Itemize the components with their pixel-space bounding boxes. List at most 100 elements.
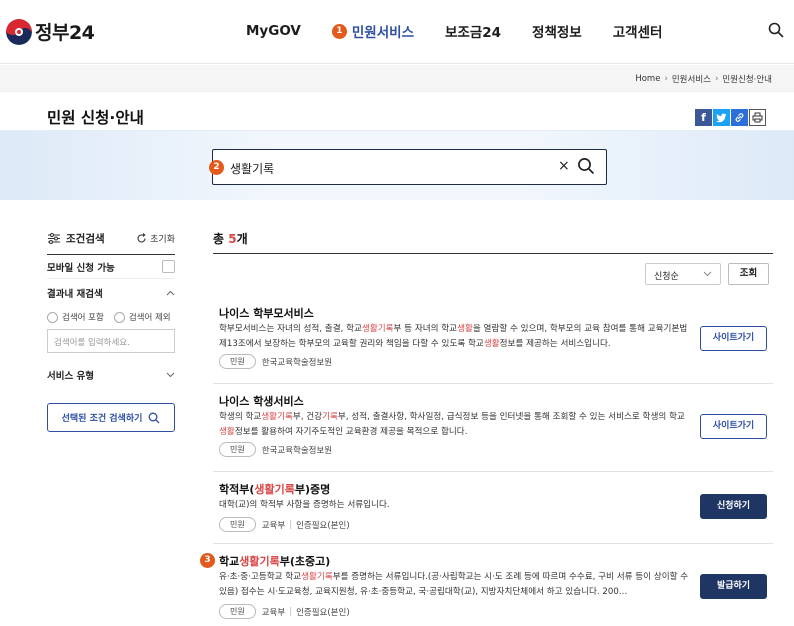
sort-select[interactable]: 신청순: [645, 263, 721, 285]
share-buttons: f: [695, 109, 767, 126]
site-link-button[interactable]: 사이트가기: [700, 326, 767, 351]
logo-text: 정부24: [35, 22, 95, 44]
facebook-icon[interactable]: f: [695, 109, 712, 126]
result-title[interactable]: 학교생활기록부(초중고): [219, 553, 330, 569]
breadcrumb-bar: Home › 민원서비스 › 민원신청·안내: [0, 65, 794, 92]
chevron-right-icon: ›: [714, 74, 719, 84]
apply-filters-button[interactable]: 선택된 조건 검색하기: [47, 403, 175, 432]
filter-sliders-icon: [48, 232, 60, 244]
include-label: 검색어 포함: [62, 313, 104, 323]
mobile-filter-checkbox[interactable]: [162, 260, 175, 273]
nav-civil-services[interactable]: 1 민원서비스: [331, 21, 414, 41]
breadcrumb-home[interactable]: Home: [635, 74, 660, 84]
refine-search-input[interactable]: 검색어를 입력하세요.: [47, 329, 175, 353]
twitter-icon[interactable]: [713, 109, 730, 126]
meta-separator: |: [289, 606, 293, 617]
result-title[interactable]: 학적부(생활기록부)증명: [219, 481, 330, 497]
result-item: 나이스 학생서비스 학생의 학교생활기록부, 건강기록부, 성적, 출결사항, …: [213, 384, 773, 472]
highlighted-keyword: 생활기록: [361, 324, 394, 334]
org-name: 교육부: [261, 520, 286, 531]
highlighted-keyword: 생활기록: [239, 555, 280, 568]
category-tag: 민원: [219, 604, 256, 619]
twitter-bird-glyph: [716, 113, 727, 122]
filter-panel: 조건검색 초기화 모바일 신청 가능 결과내 재검색 검색어 포함 검색어 제외…: [47, 230, 175, 432]
result-meta: 민원 한국교육학술정보원: [219, 442, 332, 457]
breadcrumb: Home › 민원서비스 › 민원신청·안내: [635, 73, 772, 85]
total-prefix: 총: [213, 232, 229, 246]
refresh-icon: [137, 232, 146, 243]
divider: [213, 253, 773, 254]
query-button[interactable]: 조회: [728, 263, 769, 285]
highlighted-keyword: 기록: [322, 412, 338, 422]
text-segment: 학생의 학교: [219, 412, 262, 422]
printer-glyph: [752, 112, 763, 123]
search-input[interactable]: 생활기록 ×: [212, 149, 607, 185]
search-submit-icon[interactable]: [577, 157, 595, 175]
apply-filters-label: 선택된 조건 검색하기: [61, 414, 143, 424]
text-segment: 부, 성적, 출결사항, 학사일정, 급식정보 등을 인터넷을 통해 조회할 수…: [337, 412, 685, 422]
service-type-toggle[interactable]: 서비스 유형: [47, 363, 175, 387]
result-title[interactable]: 나이스 학부모서비스: [219, 305, 314, 321]
nav-policy-info[interactable]: 정책정보: [532, 21, 582, 41]
issue-button[interactable]: 발급하기: [700, 574, 767, 599]
text-segment: 부, 건강: [292, 412, 323, 422]
breadcrumb-current: 민원신청·안내: [722, 75, 772, 85]
refine-toggle[interactable]: 결과내 재검색: [47, 281, 175, 305]
site-link-button[interactable]: 사이트가기: [700, 414, 767, 439]
highlighted-keyword: 생활: [219, 427, 235, 437]
step-badge: 2: [209, 160, 224, 175]
step-badge: 3: [200, 553, 215, 568]
exclude-radio[interactable]: [113, 311, 125, 323]
nav-mygov-label: MyGOV: [246, 23, 301, 39]
nav-mygov[interactable]: MyGOV: [246, 23, 301, 39]
result-meta: 민원 한국교육학술정보원: [219, 354, 332, 369]
refine-options: 검색어 포함 검색어 제외: [47, 311, 175, 323]
reset-label: 초기화: [150, 234, 175, 245]
highlighted-keyword: 생활기록: [301, 572, 333, 582]
apply-button[interactable]: 신청하기: [700, 494, 767, 519]
refine-title: 결과내 재검색: [47, 289, 103, 300]
text-segment: 부(초중고): [279, 555, 331, 568]
highlighted-keyword: 생활: [457, 324, 473, 334]
text-segment: 부 등 자녀의 학교: [393, 324, 458, 334]
clear-search-icon[interactable]: ×: [558, 158, 570, 174]
logo[interactable]: 정부24: [6, 18, 95, 45]
org-name: 한국교육학술정보원: [261, 445, 333, 456]
category-tag: 민원: [219, 354, 256, 369]
filter-title-text: 조건검색: [66, 232, 105, 245]
highlighted-keyword: 생활기록: [261, 412, 293, 422]
text-segment: 대학(교)의 학적부 사항을 증명하는 서류입니다.: [219, 500, 390, 510]
result-desc: 학부모서비스는 자녀의 성적, 출결, 학교생활기록부 등 자녀의 학교생활을 …: [219, 322, 689, 352]
meta-separator: |: [289, 519, 293, 530]
page-title: 민원 신청·안내: [47, 109, 144, 127]
reset-button[interactable]: 초기화: [136, 232, 175, 245]
print-icon[interactable]: [749, 109, 766, 126]
result-item: 나이스 학부모서비스 학부모서비스는 자녀의 성적, 출결, 학교생활기록부 등…: [213, 296, 773, 384]
total-count: 5: [228, 232, 237, 246]
text-segment: 학교: [219, 555, 240, 568]
result-meta: 민원 교육부 | 인증필요(본인): [219, 517, 350, 532]
nav-civil-services-label: 민원서비스: [351, 25, 414, 41]
text-segment: 정보를 활용하여 자기주도적인 교육환경 제공을 목적으로 합니다.: [234, 427, 468, 437]
step-badge: 1: [331, 23, 347, 39]
link-copy-icon[interactable]: [731, 109, 748, 126]
breadcrumb-civil-services[interactable]: 민원서비스: [672, 73, 711, 85]
category-tag: 민원: [219, 517, 256, 532]
result-title[interactable]: 나이스 학생서비스: [219, 393, 304, 409]
highlighted-keyword: 생활기록: [254, 483, 295, 496]
mobile-filter-row: 모바일 신청 가능: [47, 255, 175, 279]
total-suffix: 개: [236, 232, 248, 246]
nav-policy-info-label: 정책정보: [532, 25, 582, 41]
nav-customer-center[interactable]: 고객센터: [613, 21, 663, 41]
chevron-down-icon: [166, 372, 175, 378]
text-segment: 정보를 제공하는 서비스입니다.: [499, 339, 611, 349]
mobile-filter-label: 모바일 신청 가능: [47, 262, 115, 274]
sort-selected-label: 신청순: [654, 272, 679, 282]
site-header: 정부24 MyGOV 1 민원서비스 보조금24 정책정보 고객센터: [0, 0, 794, 64]
nav-subsidy24[interactable]: 보조금24: [445, 21, 501, 41]
results-total: 총 5개: [213, 230, 248, 247]
exclude-label: 검색어 제외: [128, 313, 171, 323]
auth-required: 인증필요(본인): [296, 520, 350, 531]
include-radio[interactable]: [47, 311, 58, 323]
search-icon[interactable]: [768, 22, 784, 38]
